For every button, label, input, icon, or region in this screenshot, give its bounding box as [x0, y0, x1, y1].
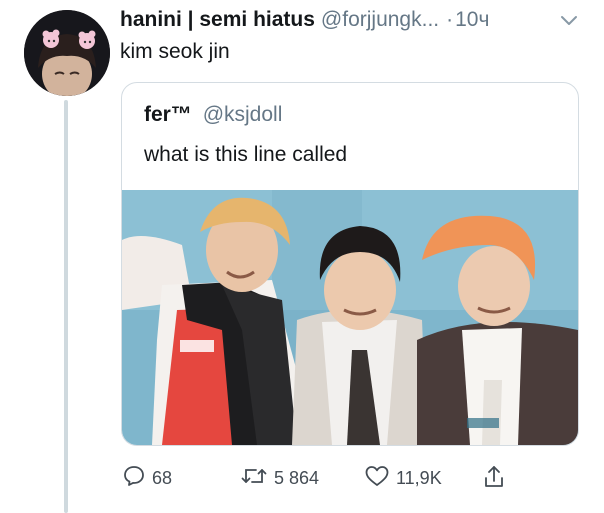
like-count: 11,9K: [396, 468, 442, 488]
quoted-author-display-name: fer™: [144, 103, 192, 126]
heart-icon: [364, 464, 396, 493]
quoted-author-handle: @ksjdoll: [202, 103, 283, 126]
tweet-actions-bar: 68 5 864 11,9K: [122, 464, 522, 494]
like-button[interactable]: 11,9K: [364, 464, 442, 493]
retweet-button[interactable]: 5 864: [240, 464, 319, 493]
author-display-name[interactable]: hanini | semi hiatus: [120, 8, 315, 32]
reply-bubble-icon: [122, 464, 152, 493]
share-upload-icon: [482, 464, 512, 495]
retweet-count: 5 864: [274, 468, 320, 488]
quoted-tweet-header: fer™ @ksjdoll: [144, 103, 282, 127]
reply-count: 68: [152, 468, 173, 488]
quoted-tweet-card[interactable]: fer™ @ksjdoll what is this line called: [121, 82, 579, 446]
tweet-header: hanini | semi hiatus @forjjungk... · 10ч: [120, 8, 489, 32]
tweet-text: kim seok jin: [120, 40, 230, 63]
share-button[interactable]: [482, 464, 512, 495]
quoted-tweet-text: what is this line called: [144, 143, 348, 166]
tweet-timestamp[interactable]: 10ч: [455, 8, 489, 32]
chevron-down-icon[interactable]: [560, 14, 578, 28]
author-handle[interactable]: @forjjungk...: [321, 8, 439, 32]
quoted-tweet-photo[interactable]: [122, 190, 578, 445]
avatar[interactable]: [24, 10, 110, 96]
reply-button[interactable]: 68: [122, 464, 172, 493]
separator-dot: ·: [446, 8, 454, 31]
thread-connector-line: [64, 100, 68, 513]
retweet-arrows-icon: [240, 464, 274, 493]
